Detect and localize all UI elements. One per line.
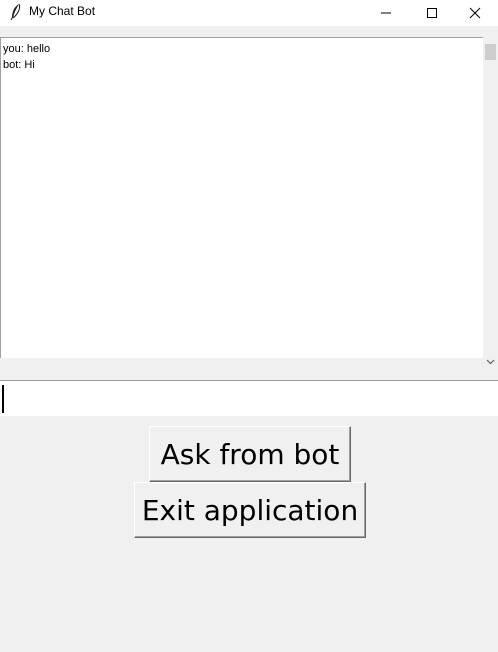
chat-message: bot: Hi	[3, 59, 35, 71]
scroll-up-button[interactable]	[483, 37, 498, 43]
chevron-down-icon	[486, 352, 495, 370]
feather-icon	[8, 3, 24, 21]
close-button[interactable]	[452, 0, 498, 26]
text-caret	[2, 385, 4, 413]
maximize-icon	[426, 7, 438, 19]
close-icon	[469, 7, 481, 19]
chat-log[interactable]: you: hello bot: Hi	[0, 37, 483, 358]
maximize-button[interactable]	[409, 0, 455, 26]
chat-message: you: hello	[3, 43, 51, 55]
minimize-button[interactable]	[363, 0, 409, 26]
message-input[interactable]	[0, 380, 498, 416]
window-title: My Chat Bot	[29, 4, 96, 18]
minimize-icon	[380, 7, 392, 19]
ask-from-bot-button[interactable]: Ask from bot	[149, 426, 351, 482]
exit-application-button[interactable]: Exit application	[134, 482, 366, 538]
scrollbar-thumb[interactable]	[485, 44, 496, 60]
chat-scrollbar[interactable]	[483, 37, 498, 370]
chat-messages: you: hello bot: Hi	[3, 41, 50, 73]
title-bar: My Chat Bot	[0, 0, 498, 26]
scroll-down-button[interactable]	[483, 355, 498, 367]
